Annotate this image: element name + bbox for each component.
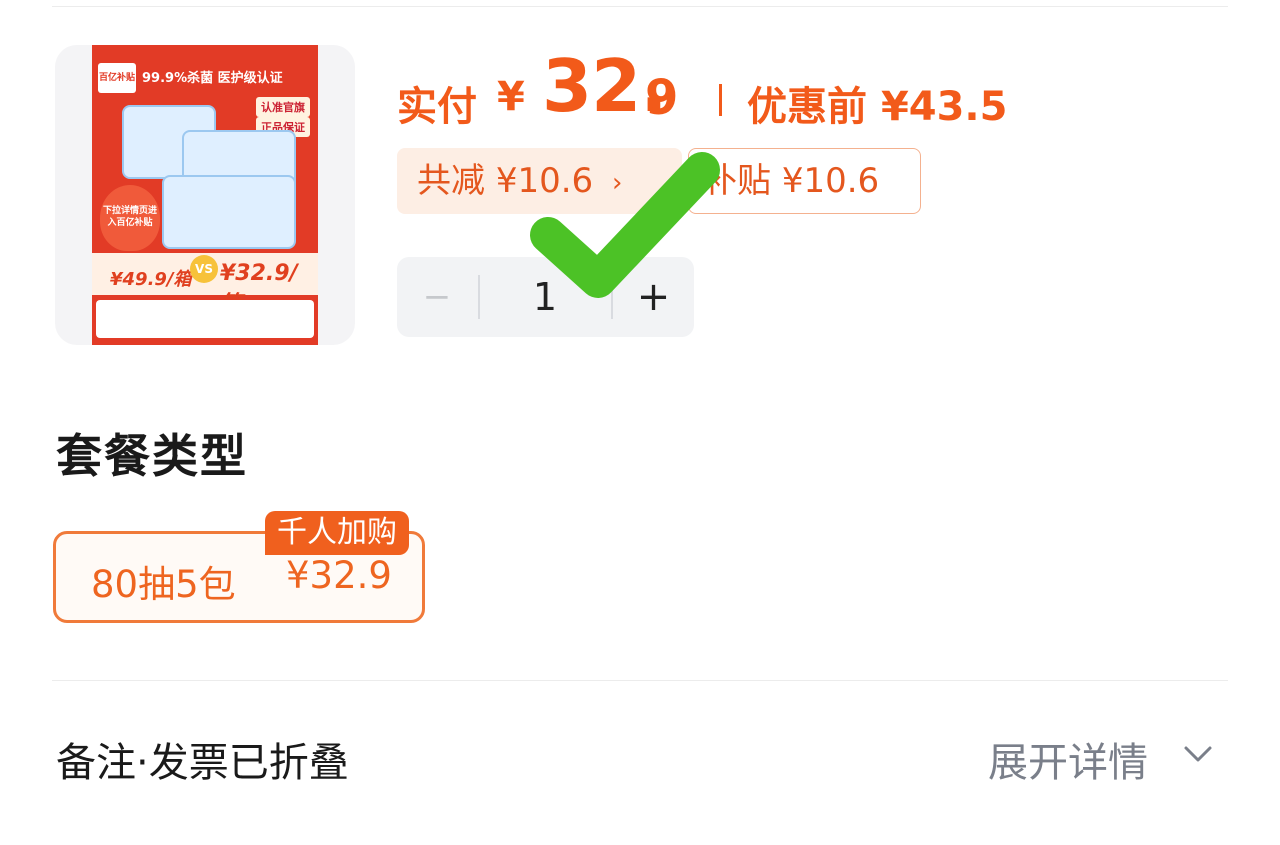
popular-tag: 千人加购 bbox=[265, 511, 409, 555]
original-price: 优惠前 ¥43.5 bbox=[747, 74, 1007, 132]
image-bottom-strip bbox=[96, 300, 314, 338]
original-price-value: ¥43.5 bbox=[880, 84, 1008, 130]
paid-label: 实付 bbox=[397, 84, 477, 130]
product-image[interactable]: 百亿补贴 99.9%杀菌 医护级认证 认准官旗 正品保证 下拉详情页进入百亿补贴… bbox=[92, 45, 318, 345]
top-divider bbox=[52, 6, 1228, 7]
currency-symbol: ¥ bbox=[497, 74, 525, 120]
package-option-price: ¥32.9 bbox=[286, 554, 392, 597]
package-option-label: 80抽5包 bbox=[91, 563, 236, 606]
price-separator bbox=[719, 84, 722, 116]
note-invoice-label: 备注·发票已折叠 bbox=[56, 740, 349, 786]
checkmark-icon bbox=[530, 152, 720, 298]
wipes-pack-3 bbox=[162, 175, 296, 249]
vs-badge: VS bbox=[190, 255, 218, 283]
subsidy-value: ¥10.6 bbox=[781, 161, 880, 201]
total-discount-label: 共减 bbox=[417, 161, 485, 201]
store-logo: 百亿补贴 bbox=[98, 63, 136, 93]
expand-details-button[interactable]: 展开详情 bbox=[988, 730, 1148, 788]
image-price-before: ¥49.9/箱 bbox=[110, 269, 192, 290]
flame-badge-text: 下拉详情页进入百亿补贴 bbox=[102, 206, 157, 228]
section-divider bbox=[52, 680, 1228, 681]
paid-price-decimal: 9 bbox=[645, 70, 679, 126]
image-badge-official: 认准官旗 bbox=[256, 97, 310, 117]
decrease-button[interactable]: − bbox=[397, 257, 477, 337]
chevron-down-icon[interactable] bbox=[1182, 742, 1214, 766]
package-type-title: 套餐类型 bbox=[56, 429, 248, 483]
original-price-label: 优惠前 bbox=[747, 84, 867, 130]
image-headline: 99.9%杀菌 医护级认证 bbox=[142, 71, 283, 86]
